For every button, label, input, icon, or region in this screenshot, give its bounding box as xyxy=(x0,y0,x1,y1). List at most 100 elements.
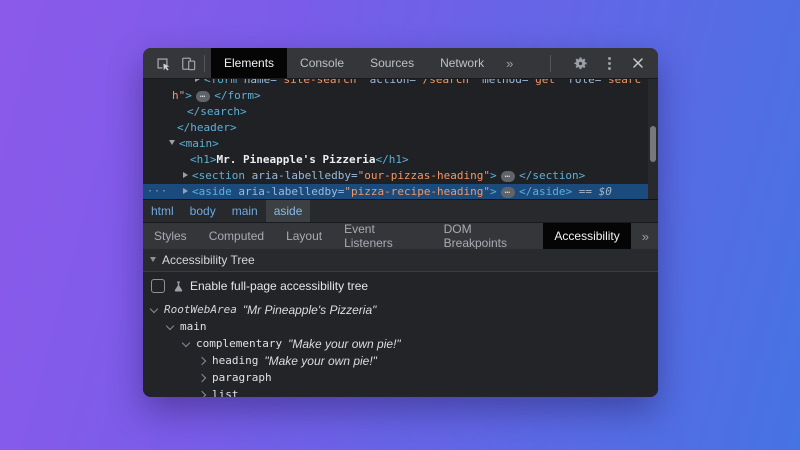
ellipsis-expander-icon[interactable]: … xyxy=(196,91,210,102)
breadcrumb-item-main[interactable]: main xyxy=(224,200,266,222)
chevron-right-icon[interactable] xyxy=(198,373,206,381)
code-line[interactable]: </search> xyxy=(143,104,648,120)
a11y-tree-row[interactable]: paragraph xyxy=(143,369,658,386)
expand-arrow-icon[interactable] xyxy=(195,79,200,82)
code-token-tag: </search> xyxy=(187,105,247,118)
tab-sources[interactable]: Sources xyxy=(357,48,427,78)
expand-arrow-icon[interactable] xyxy=(183,172,188,178)
breadcrumb-item-body[interactable]: body xyxy=(182,200,224,222)
code-token-val: "searc xyxy=(601,79,641,86)
a11y-tree-row[interactable]: RootWebArea "Mr Pineapple's Pizzeria" xyxy=(143,301,658,318)
breadcrumb-item-aside[interactable]: aside xyxy=(266,200,311,222)
inspect-element-icon[interactable] xyxy=(152,53,172,73)
a11y-tree-row[interactable]: complementary"Make your own pie!" xyxy=(143,335,658,352)
code-token-tag: > xyxy=(185,89,192,102)
sidebar-tabs: StylesComputedLayoutEvent ListenersDOM B… xyxy=(143,222,658,249)
chevron-down-icon[interactable] xyxy=(150,304,158,312)
collapse-arrow-icon[interactable] xyxy=(169,140,175,145)
tab-computed[interactable]: Computed xyxy=(198,223,275,249)
code-token-val: h" xyxy=(172,89,185,102)
expand-arrow-icon[interactable] xyxy=(183,188,188,194)
chevron-right-icon[interactable] xyxy=(198,356,206,364)
code-token-tag: <h1> xyxy=(190,153,217,166)
experiment-flask-icon xyxy=(172,280,185,293)
code-token-val: "site-search" xyxy=(277,79,363,86)
scrollbar-track[interactable] xyxy=(648,79,658,199)
code-token-attr: aria-labelledby= xyxy=(232,185,345,198)
code-line[interactable]: <h1>Mr. Pineapple's Pizzeria</h1> xyxy=(143,152,648,168)
chevron-down-icon[interactable] xyxy=(166,321,174,329)
code-token-text: Mr. Pineapple's Pizzeria xyxy=(217,153,376,166)
devtools-window: ElementsConsoleSourcesNetwork » <form na… xyxy=(143,48,658,397)
accessibility-tree: RootWebArea "Mr Pineapple's Pizzeria" main… xyxy=(143,298,658,397)
code-token-attr: aria-labelledby= xyxy=(245,169,358,182)
a11y-tree-row[interactable]: heading "Make your own pie!" xyxy=(143,352,658,369)
code-token-note: == $0 xyxy=(572,185,612,198)
code-token-val: "pizza-recipe-heading" xyxy=(344,185,490,198)
tab-event-listeners[interactable]: Event Listeners xyxy=(333,223,433,249)
tab-elements[interactable]: Elements xyxy=(211,48,287,78)
code-token-tag: <main> xyxy=(179,137,219,150)
enable-fullpage-a11y-checkbox[interactable] xyxy=(151,279,165,293)
a11y-name: "Make your own pie!" xyxy=(288,337,401,351)
code-token-tag: </h1> xyxy=(375,153,408,166)
code-line[interactable]: <main> xyxy=(143,136,648,152)
device-toolbar-icon[interactable] xyxy=(178,53,198,73)
tab-styles[interactable]: Styles xyxy=(143,223,198,249)
more-sidebar-tabs-chevron-icon[interactable]: » xyxy=(633,223,658,249)
more-options-kebab-icon[interactable] xyxy=(599,53,619,73)
code-line[interactable]: h">…</form> xyxy=(143,88,648,104)
scrollbar-thumb[interactable] xyxy=(650,126,656,162)
code-token-attr: name= xyxy=(237,79,277,86)
a11y-role: main xyxy=(180,320,207,333)
enable-fullpage-a11y-row: Enable full-page accessibility tree xyxy=(143,274,658,298)
toolbar-left-icons xyxy=(143,53,204,73)
more-panels-chevron-icon[interactable]: » xyxy=(497,56,522,71)
code-token-tag: > xyxy=(490,185,497,198)
a11y-name: "Make your own pie!" xyxy=(264,354,377,368)
toolbar-right-divider xyxy=(550,55,551,72)
code-line[interactable]: <form name="site-search" action="/search… xyxy=(143,79,648,88)
tab-dom-breakpoints[interactable]: DOM Breakpoints xyxy=(433,223,544,249)
breadcrumb: htmlbodymainaside xyxy=(143,199,658,222)
a11y-tree-row[interactable]: list xyxy=(143,386,658,397)
settings-gear-icon[interactable] xyxy=(570,53,590,73)
toolbar-right-icons xyxy=(550,53,658,73)
accessibility-tree-section-header[interactable]: Accessibility Tree xyxy=(143,249,658,272)
code-token-tag: </aside> xyxy=(519,185,572,198)
tab-network[interactable]: Network xyxy=(427,48,497,78)
a11y-role: paragraph xyxy=(212,371,272,384)
ellipsis-expander-icon[interactable]: … xyxy=(501,187,515,198)
a11y-role: list xyxy=(212,388,239,397)
tab-console[interactable]: Console xyxy=(287,48,357,78)
code-line[interactable]: </header> xyxy=(143,120,648,136)
tab-layout[interactable]: Layout xyxy=(275,223,333,249)
a11y-tree-row[interactable]: main xyxy=(143,318,658,335)
code-line[interactable]: <section aria-labelledby="our-pizzas-hea… xyxy=(143,168,648,184)
section-disclosure-triangle-icon xyxy=(150,257,156,262)
accessibility-pane: Enable full-page accessibility tree Root… xyxy=(143,272,658,397)
code-token-tag: </header> xyxy=(177,121,237,134)
devtools-toolbar: ElementsConsoleSourcesNetwork » xyxy=(143,48,658,79)
ellipsis-expander-icon[interactable]: … xyxy=(501,171,515,182)
breadcrumb-item-html[interactable]: html xyxy=(143,200,182,222)
code-token-attr: role= xyxy=(562,79,602,86)
code-token-val: "our-pizzas-heading" xyxy=(358,169,490,182)
panel-tabs: ElementsConsoleSourcesNetwork xyxy=(211,48,497,78)
tab-accessibility[interactable]: Accessibility xyxy=(543,223,630,249)
code-line[interactable]: ··· <aside aria-labelledby="pizza-recipe-… xyxy=(143,184,648,199)
chevron-right-icon[interactable] xyxy=(198,390,206,397)
code-token-tag: <section xyxy=(192,169,245,182)
code-token-attr: method= xyxy=(476,79,529,86)
adorner-dots-icon[interactable]: ··· xyxy=(147,184,168,199)
code-token-tag: <aside xyxy=(192,185,232,198)
code-token-attr: action= xyxy=(363,79,416,86)
code-token-tag: <form xyxy=(204,79,237,86)
a11y-role: heading xyxy=(212,354,258,367)
chevron-down-icon[interactable] xyxy=(182,338,190,346)
close-icon[interactable] xyxy=(628,53,648,73)
a11y-role: RootWebArea xyxy=(164,303,237,316)
a11y-name: "Mr Pineapple's Pizzeria" xyxy=(243,303,377,317)
enable-fullpage-a11y-label: Enable full-page accessibility tree xyxy=(190,279,368,293)
section-title: Accessibility Tree xyxy=(162,253,255,267)
